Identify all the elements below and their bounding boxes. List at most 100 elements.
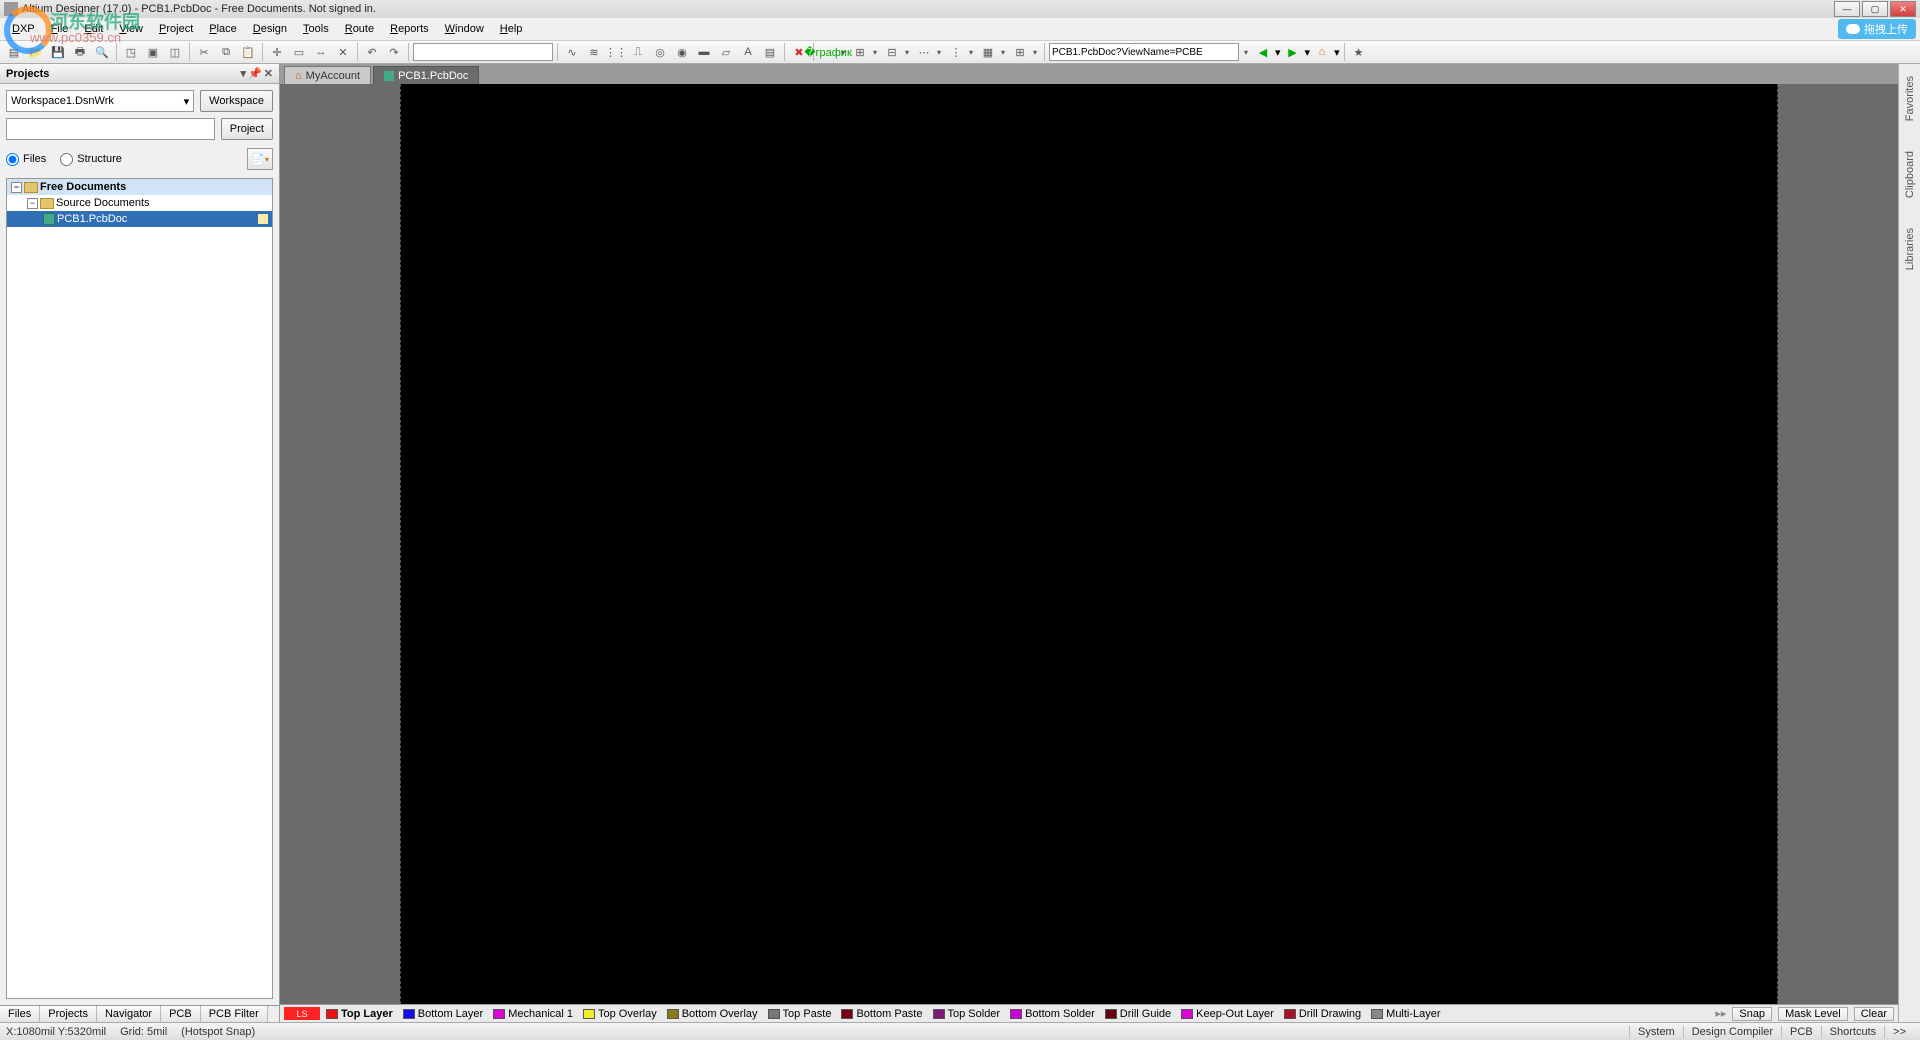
distribute-v-icon[interactable]: ⋮ — [946, 42, 966, 62]
files-radio[interactable]: Files — [6, 153, 46, 166]
preview-icon[interactable]: 🔍 — [92, 42, 112, 62]
favorites-icon[interactable]: ★ — [1349, 42, 1369, 62]
panel-options-button[interactable]: 📄▾ — [247, 148, 273, 170]
paste-icon[interactable]: 📋 — [238, 42, 258, 62]
room-icon[interactable]: ▦ — [978, 42, 998, 62]
open-icon[interactable]: 📂 — [26, 42, 46, 62]
tree-document-selected[interactable]: PCB1.PcbDoc — [7, 211, 272, 227]
status-system-button[interactable]: System — [1629, 1026, 1683, 1038]
tree-folder[interactable]: − Source Documents — [7, 195, 272, 211]
layer-tab-bottom-solder[interactable]: Bottom Solder — [1010, 1008, 1095, 1020]
route-multi-icon[interactable]: ⋮⋮ — [606, 42, 626, 62]
menu-route[interactable]: Route — [337, 21, 382, 37]
rail-tab-clipboard[interactable]: Clipboard — [1902, 145, 1918, 204]
menu-dxp[interactable]: DXP — [4, 21, 43, 37]
panel-close-icon[interactable]: ✕ — [264, 67, 273, 80]
copy-icon[interactable]: ⧉ — [216, 42, 236, 62]
status-design-compiler-button[interactable]: Design Compiler — [1683, 1026, 1781, 1038]
move-icon[interactable]: ↔ — [311, 42, 331, 62]
collapse-icon[interactable]: − — [11, 182, 22, 193]
polygon-icon[interactable]: ▱ — [716, 42, 736, 62]
layerbar-snap-button[interactable]: Snap — [1732, 1007, 1772, 1021]
redo-icon[interactable]: ↷ — [384, 42, 404, 62]
tune-icon[interactable]: ⎍ — [628, 42, 648, 62]
pad-icon[interactable]: ◉ — [672, 42, 692, 62]
cut-icon[interactable]: ✂ — [194, 42, 214, 62]
doc-tab-myaccount[interactable]: ⌂MyAccount — [284, 66, 371, 84]
layerbar-mask-level-button[interactable]: Mask Level — [1778, 1007, 1848, 1021]
align-v-icon[interactable]: ⊟ — [882, 42, 902, 62]
tree-root[interactable]: − Free Documents — [7, 179, 272, 195]
menu-reports[interactable]: Reports — [382, 21, 437, 37]
layer-tab-keep-out-layer[interactable]: Keep-Out Layer — [1181, 1008, 1274, 1020]
nav-fwd-icon[interactable]: ▶ — [1283, 42, 1303, 62]
workspace-select[interactable]: Workspace1.DsnWrk ▾ — [6, 90, 194, 112]
layer-tab-top-paste[interactable]: Top Paste — [768, 1008, 832, 1020]
panel-dropdown-icon[interactable]: ▾ — [241, 67, 247, 80]
layer-tab-bottom-paste[interactable]: Bottom Paste — [841, 1008, 922, 1020]
pcb-canvas[interactable] — [280, 84, 1898, 1004]
status-shortcuts-button[interactable]: Shortcuts — [1821, 1026, 1884, 1038]
projects-tree[interactable]: − Free Documents − Source Documents PCB1… — [6, 178, 273, 999]
panel-tab-files[interactable]: Files — [0, 1006, 40, 1022]
project-button[interactable]: Project — [221, 118, 273, 140]
cloud-upload-button[interactable]: 拖拽上传 — [1838, 19, 1916, 39]
minimize-button[interactable]: — — [1834, 1, 1860, 17]
string-icon[interactable]: A — [738, 42, 758, 62]
distribute-h-icon[interactable]: ⋯ — [914, 42, 934, 62]
rail-tab-favorites[interactable]: Favorites — [1902, 70, 1918, 127]
route-track-icon[interactable]: ∿ — [562, 42, 582, 62]
menu-edit[interactable]: Edit — [76, 21, 111, 37]
panel-tab-pcb-filter[interactable]: PCB Filter — [201, 1006, 268, 1022]
menu-help[interactable]: Help — [492, 21, 531, 37]
layer-tab-multi-layer[interactable]: Multi-Layer — [1371, 1008, 1440, 1020]
save-icon[interactable]: 💾 — [48, 42, 68, 62]
structure-radio[interactable]: Structure — [60, 153, 122, 166]
new-icon[interactable]: ▤ — [4, 42, 24, 62]
menu-design[interactable]: Design — [245, 21, 295, 37]
nav-home-icon[interactable]: ⌂ — [1312, 42, 1332, 62]
layer-tab-top-overlay[interactable]: Top Overlay — [583, 1008, 657, 1020]
panel-pin-icon[interactable]: 📌 — [248, 67, 262, 80]
layer-tab-top-solder[interactable]: Top Solder — [933, 1008, 1001, 1020]
maximize-button[interactable]: ▢ — [1862, 1, 1888, 17]
grid-icon[interactable]: ⊞ — [1010, 42, 1030, 62]
zoom-fit-icon[interactable]: ▣ — [143, 42, 163, 62]
panel-tab-projects[interactable]: Projects — [40, 1006, 97, 1022]
undo-icon[interactable]: ↶ — [362, 42, 382, 62]
doc-tab-pcb1-pcbdoc[interactable]: PCB1.PcbDoc — [373, 66, 479, 84]
status---button[interactable]: >> — [1884, 1026, 1914, 1038]
layer-tab-bottom-overlay[interactable]: Bottom Overlay — [667, 1008, 758, 1020]
cross-select-icon[interactable]: ✛ — [267, 42, 287, 62]
status-pcb-button[interactable]: PCB — [1781, 1026, 1821, 1038]
filter-input[interactable] — [413, 43, 553, 61]
layer-tab-bottom-layer[interactable]: Bottom Layer — [403, 1008, 483, 1020]
menu-window[interactable]: Window — [437, 21, 492, 37]
menu-tools[interactable]: Tools — [295, 21, 337, 37]
scroll-indicator-icon[interactable]: ▸▸ — [1715, 1007, 1726, 1020]
via-icon[interactable]: ◎ — [650, 42, 670, 62]
project-name-input[interactable] — [6, 118, 215, 140]
rail-tab-libraries[interactable]: Libraries — [1902, 222, 1918, 276]
print-icon[interactable]: 🖶 — [70, 42, 90, 62]
menu-view[interactable]: View — [111, 21, 151, 37]
deselect-icon[interactable]: ✕ — [333, 42, 353, 62]
panel-tab-navigator[interactable]: Navigator — [97, 1006, 161, 1022]
align-left-icon[interactable]: �график — [818, 42, 838, 62]
menu-project[interactable]: Project — [151, 21, 201, 37]
workspace-button[interactable]: Workspace — [200, 90, 273, 112]
layer-tab-mechanical-1[interactable]: Mechanical 1 — [493, 1008, 573, 1020]
panel-tab-pcb[interactable]: PCB — [161, 1006, 201, 1022]
component-icon[interactable]: ▤ — [760, 42, 780, 62]
layer-set-button[interactable]: LS — [284, 1007, 320, 1020]
nav-back-icon[interactable]: ◀ — [1253, 42, 1273, 62]
layer-tab-drill-drawing[interactable]: Drill Drawing — [1284, 1008, 1361, 1020]
layer-tab-top-layer[interactable]: Top Layer — [326, 1008, 393, 1020]
close-button[interactable]: ✕ — [1890, 1, 1916, 17]
collapse-icon[interactable]: − — [27, 198, 38, 209]
align-h-icon[interactable]: ⊞ — [850, 42, 870, 62]
menu-file[interactable]: File — [43, 21, 77, 37]
zoom-selected-icon[interactable]: ◫ — [165, 42, 185, 62]
route-diff-icon[interactable]: ≋ — [584, 42, 604, 62]
layer-tab-drill-guide[interactable]: Drill Guide — [1105, 1008, 1171, 1020]
